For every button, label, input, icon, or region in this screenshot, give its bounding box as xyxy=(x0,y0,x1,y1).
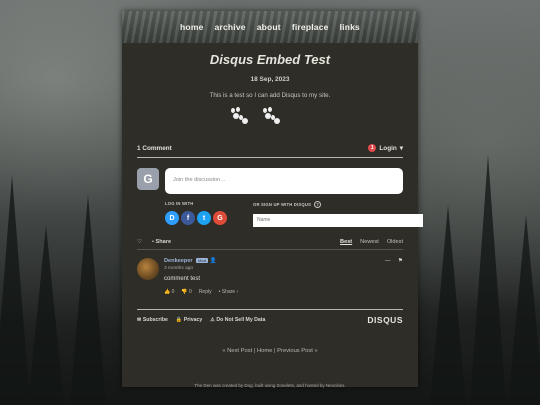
google-login-icon[interactable]: G xyxy=(213,211,227,225)
nav-about[interactable]: about xyxy=(257,22,281,32)
chevron-down-icon: ▾ xyxy=(399,145,403,152)
thumbs-up-icon: 👍 xyxy=(164,288,171,295)
downvote-button[interactable]: 👎 0 xyxy=(181,289,191,295)
twitter-login-icon[interactable]: t xyxy=(197,211,211,225)
site-footer: The Den was created by Dog, built using … xyxy=(194,383,346,388)
paw-icon xyxy=(262,107,280,125)
avatar[interactable] xyxy=(137,257,159,280)
background-tree xyxy=(508,215,540,405)
login-options: LOG IN WITH D f t G OR SIGN UP WITH DISQ… xyxy=(165,201,423,227)
reply-button[interactable]: Reply xyxy=(199,289,212,295)
paw-prints xyxy=(92,107,418,125)
nav-links[interactable]: links xyxy=(340,22,360,32)
flag-icon[interactable]: ⚑ xyxy=(398,258,403,264)
paw-icon xyxy=(230,107,248,125)
comment-body: Denkeeper Mod 👤 — ⚑ 3 months ago comment… xyxy=(164,257,403,295)
subscribe-link[interactable]: ✉ Subscribe xyxy=(137,317,168,323)
footer-links: ✉ Subscribe 🔒 Privacy ⚠ Do Not Sell My D… xyxy=(137,317,265,323)
comment-header: Denkeeper Mod 👤 — ⚑ xyxy=(164,257,403,264)
mail-icon: ✉ xyxy=(137,316,142,323)
lock-icon: 🔒 xyxy=(175,316,183,323)
notification-badge: 1 xyxy=(368,144,377,152)
background-tree xyxy=(28,225,64,405)
comment-actions: 👍 0 👎 0 Reply • Share › xyxy=(164,289,403,295)
previous-post-link[interactable]: Previous Post » xyxy=(277,348,318,354)
disqus-thread: 1 Comment 1 Login ▾ G Join the discussio… xyxy=(137,144,423,325)
comment-input[interactable]: Join the discussion… xyxy=(165,168,403,194)
background-tree xyxy=(0,175,30,405)
thumbs-down-icon: 👎 xyxy=(181,288,188,295)
log-in-with-label: LOG IN WITH xyxy=(165,201,194,206)
social-login-buttons: D f t G xyxy=(165,211,227,225)
mod-badge: Mod xyxy=(196,257,208,263)
sort-tabs: Best Newest Oldest xyxy=(340,239,403,245)
heart-icon[interactable]: ♡ xyxy=(137,239,142,245)
comment-time[interactable]: 3 months ago xyxy=(164,266,403,271)
comment-text: comment test xyxy=(164,275,201,282)
login-label: Login xyxy=(379,144,397,152)
comment-item: Denkeeper Mod 👤 — ⚑ 3 months ago comment… xyxy=(137,257,403,295)
disqus-header: 1 Comment 1 Login ▾ xyxy=(137,144,403,158)
sort-bar: ♡ • Share Best Newest Oldest xyxy=(137,239,403,250)
follow-icon[interactable]: 👤 xyxy=(210,258,217,264)
nav-home[interactable]: home xyxy=(180,22,203,32)
background-tree xyxy=(430,205,466,405)
site-nav: home archive about fireplace links xyxy=(122,11,418,43)
tab-oldest[interactable]: Oldest xyxy=(387,239,403,245)
upvote-button[interactable]: 👍 0 xyxy=(164,289,174,295)
post-intro: This is a test so I can add Disqus to my… xyxy=(209,92,331,99)
post-date: 18 Sep, 2023 xyxy=(250,76,290,83)
facebook-login-icon[interactable]: f xyxy=(181,211,195,225)
next-post-link[interactable]: « Next Post xyxy=(222,348,252,354)
sign-up-label: OR SIGN UP WITH DISQUS? xyxy=(253,201,423,208)
background-tree xyxy=(470,155,506,405)
collapse-icon[interactable]: — xyxy=(385,258,391,264)
disqus-footer: ✉ Subscribe 🔒 Privacy ⚠ Do Not Sell My D… xyxy=(137,308,403,325)
privacy-link[interactable]: 🔒 Privacy xyxy=(176,317,202,323)
share-button[interactable]: • Share xyxy=(152,239,171,245)
tab-best[interactable]: Best xyxy=(340,239,352,245)
tab-newest[interactable]: Newest xyxy=(360,239,379,245)
page-container: home archive about fireplace links Disqu… xyxy=(122,11,423,388)
home-link[interactable]: Home xyxy=(257,348,272,354)
nav-archive[interactable]: archive xyxy=(215,22,246,32)
disqus-logo[interactable]: DISQUS xyxy=(367,315,403,325)
disqus-login-icon[interactable]: D xyxy=(165,211,179,225)
log-in-with-group: LOG IN WITH D f t G xyxy=(165,201,227,227)
guest-avatar: G xyxy=(137,168,159,190)
login-button[interactable]: 1 Login ▾ xyxy=(368,144,403,152)
background-tree xyxy=(70,195,106,405)
help-icon[interactable]: ? xyxy=(314,201,322,208)
warning-icon: ⚠ xyxy=(210,316,215,323)
comment-count: 1 Comment xyxy=(137,144,172,152)
comment-author[interactable]: Denkeeper xyxy=(164,258,193,264)
compose-box: G Join the discussion… xyxy=(137,168,403,194)
post-navigation: « Next Post | Home | Previous Post » xyxy=(222,348,318,354)
sort-left: ♡ • Share xyxy=(137,239,171,245)
sign-up-group: OR SIGN UP WITH DISQUS? xyxy=(253,201,423,227)
post-title: Disqus Embed Test xyxy=(209,52,331,67)
do-not-sell-link[interactable]: ⚠ Do Not Sell My Data xyxy=(210,317,265,323)
nav-fireplace[interactable]: fireplace xyxy=(292,22,329,32)
name-field[interactable] xyxy=(253,213,423,227)
comment-share-button[interactable]: • Share › xyxy=(219,289,239,295)
